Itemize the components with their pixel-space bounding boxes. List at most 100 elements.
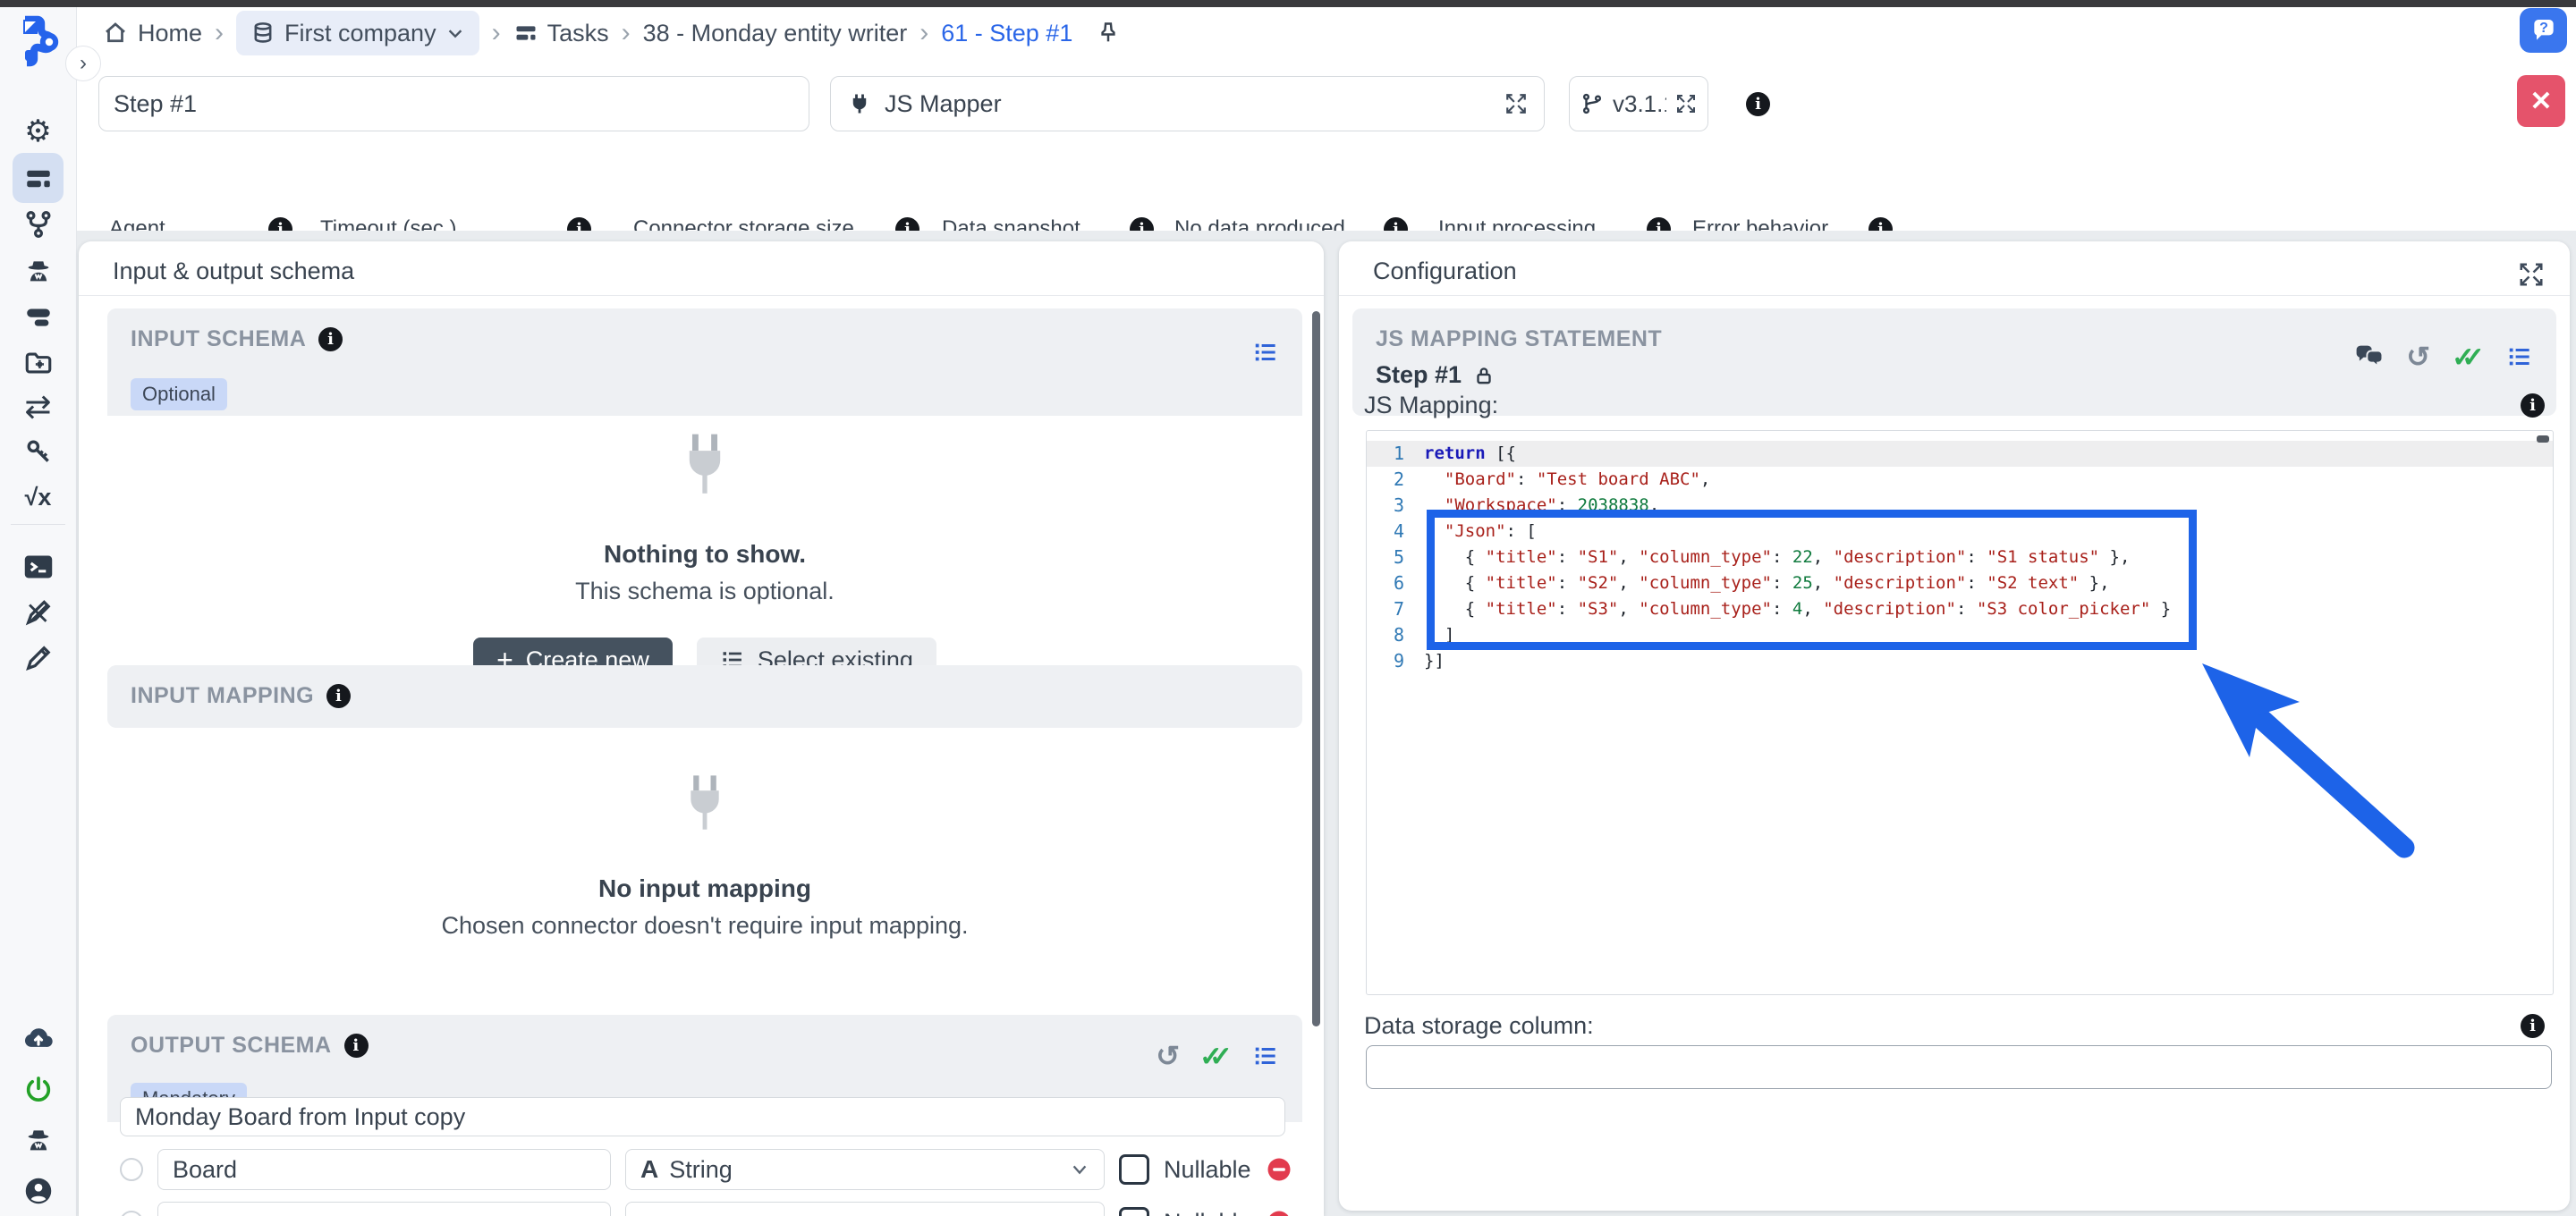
breadcrumb-task[interactable]: 38 - Monday entity writer: [643, 20, 908, 47]
pin-icon[interactable]: [1096, 21, 1121, 46]
line-number: 1: [1367, 441, 1424, 467]
sidebar-item-settings[interactable]: ⚙: [0, 111, 76, 152]
sidebar-item-terminal[interactable]: [0, 546, 76, 587]
database-icon: [250, 21, 275, 46]
sidebar-item-connectors[interactable]: [0, 296, 76, 337]
sidebar-item-credentials[interactable]: [0, 431, 76, 472]
drag-handle[interactable]: [120, 1211, 143, 1216]
sidebar-item-branches[interactable]: [0, 204, 76, 245]
version-field[interactable]: v3.1.1: [1569, 76, 1708, 131]
sidebar-item-agents[interactable]: [0, 250, 76, 291]
plug-illustration-icon: [676, 432, 733, 512]
code-line[interactable]: 2 "Board": "Test board ABC",: [1367, 467, 2553, 493]
check-double-icon[interactable]: ✓✓: [2452, 343, 2485, 371]
sidebar-item-power[interactable]: [0, 1068, 76, 1110]
plug-illustration-icon: [679, 773, 731, 847]
git-branch-icon: [1580, 92, 1604, 115]
sidebar-item-projects[interactable]: [0, 342, 76, 384]
remove-field-icon[interactable]: [1266, 1209, 1292, 1216]
section-title: JS MAPPING STATEMENT: [1376, 326, 1662, 352]
info-icon[interactable]: i: [326, 684, 351, 708]
line-number: 8: [1367, 622, 1424, 648]
sidebar-item-transfers[interactable]: ⇄: [0, 386, 76, 427]
annotation-arrow: [2129, 617, 2451, 903]
remove-field-icon[interactable]: [1266, 1156, 1292, 1183]
chevron-down-icon: [445, 23, 465, 43]
breadcrumb-step[interactable]: 61 - Step #1: [941, 20, 1072, 47]
code-line[interactable]: 1return [{: [1367, 441, 2553, 467]
info-icon[interactable]: i: [318, 327, 343, 351]
expand-icon[interactable]: [2518, 261, 2545, 288]
breadcrumb-separator: ›: [202, 18, 236, 48]
sidebar-item-incognito[interactable]: [0, 1119, 76, 1161]
list-blue-icon[interactable]: [1252, 339, 1279, 366]
avatar-icon: [22, 1175, 55, 1207]
list-blue-icon[interactable]: [2506, 343, 2533, 370]
sidebar-item-deploy[interactable]: [0, 1018, 76, 1059]
close-step-button[interactable]: ✕: [2517, 75, 2565, 127]
panel-title: Configuration: [1373, 258, 1517, 285]
editor-scrollbar[interactable]: [2537, 435, 2549, 443]
data-storage-label: Data storage column:: [1364, 1012, 1594, 1040]
info-icon[interactable]: i: [344, 1034, 369, 1058]
line-number: 7: [1367, 596, 1424, 622]
breadcrumb-company-selector[interactable]: First company: [236, 11, 479, 55]
field-name-input[interactable]: [157, 1149, 611, 1190]
info-icon[interactable]: i: [2521, 393, 2545, 418]
close-icon: ✕: [2529, 86, 2552, 117]
schema-panel: Input & output schema INPUT SCHEMAi Opti…: [79, 241, 1324, 1216]
field-name-input[interactable]: [157, 1202, 611, 1216]
info-icon[interactable]: i: [1746, 92, 1770, 116]
expand-icon[interactable]: [1504, 92, 1528, 115]
line-number: 2: [1367, 467, 1424, 493]
spy-icon: [23, 1125, 54, 1155]
data-storage-input[interactable]: [1366, 1045, 2552, 1089]
breadcrumb: Home › First company › Tasks › 38 - Mond…: [77, 7, 2576, 60]
nullable-checkbox[interactable]: [1119, 1207, 1149, 1216]
info-icon[interactable]: i: [2521, 1014, 2545, 1038]
help-button[interactable]: ?: [2520, 8, 2567, 53]
breadcrumb-separator: ›: [479, 18, 513, 48]
swap-icon: ⇄: [24, 391, 51, 423]
expand-icon[interactable]: [1675, 93, 1697, 114]
sidebar-item-account[interactable]: [0, 1170, 76, 1212]
sidebar-item-editors[interactable]: [0, 592, 76, 633]
field-type-select[interactable]: [625, 1202, 1105, 1216]
empty-subtitle: This schema is optional.: [107, 578, 1302, 605]
cloud-upload-icon: [21, 1023, 55, 1053]
gear-icon: ⚙: [24, 116, 51, 147]
chat-bubbles-icon[interactable]: [2354, 342, 2385, 371]
nullable-checkbox[interactable]: [1119, 1154, 1149, 1185]
schema-name-input[interactable]: [120, 1097, 1285, 1136]
spy-icon: [23, 256, 54, 286]
power-icon: [23, 1074, 54, 1104]
section-title: INPUT SCHEMA: [131, 326, 306, 352]
vertical-scrollbar[interactable]: [1312, 311, 1320, 1026]
plug-icon: [847, 91, 872, 116]
check-double-icon[interactable]: ✓✓: [1199, 1043, 1233, 1070]
chevron-down-icon: [1070, 1160, 1089, 1179]
undo-icon[interactable]: ↺: [1156, 1042, 1180, 1070]
input-mapping-header: INPUT MAPPING i: [107, 665, 1302, 728]
step-name-input[interactable]: [98, 76, 809, 131]
drag-handle[interactable]: [120, 1158, 143, 1181]
list-blue-icon[interactable]: [1252, 1043, 1279, 1069]
help-chat-icon: ?: [2529, 17, 2558, 44]
line-number: 3: [1367, 493, 1424, 519]
layers-icon: [23, 301, 54, 332]
sidebar-item-tasks[interactable]: [0, 158, 76, 199]
section-title: INPUT MAPPING: [131, 683, 314, 709]
sidebar-item-pencil[interactable]: [0, 638, 76, 679]
step-header: JS Mapper v3.1.1 i Agenti Background Tim…: [77, 59, 2576, 231]
connector-field[interactable]: JS Mapper: [830, 76, 1545, 131]
sidebar-collapse-button[interactable]: ›: [65, 46, 101, 81]
undo-icon[interactable]: ↺: [2406, 342, 2430, 371]
svg-text:?: ?: [2539, 21, 2548, 36]
breadcrumb-tasks[interactable]: Tasks: [513, 20, 609, 47]
breadcrumb-home[interactable]: Home: [102, 20, 202, 47]
sidebar-item-formulas[interactable]: √x: [0, 477, 76, 518]
text-type-icon: A: [640, 1155, 658, 1184]
schema-field-row: A String Nullable: [120, 1148, 1302, 1191]
field-type-select[interactable]: A String: [625, 1149, 1105, 1190]
app-logo[interactable]: [18, 14, 63, 68]
